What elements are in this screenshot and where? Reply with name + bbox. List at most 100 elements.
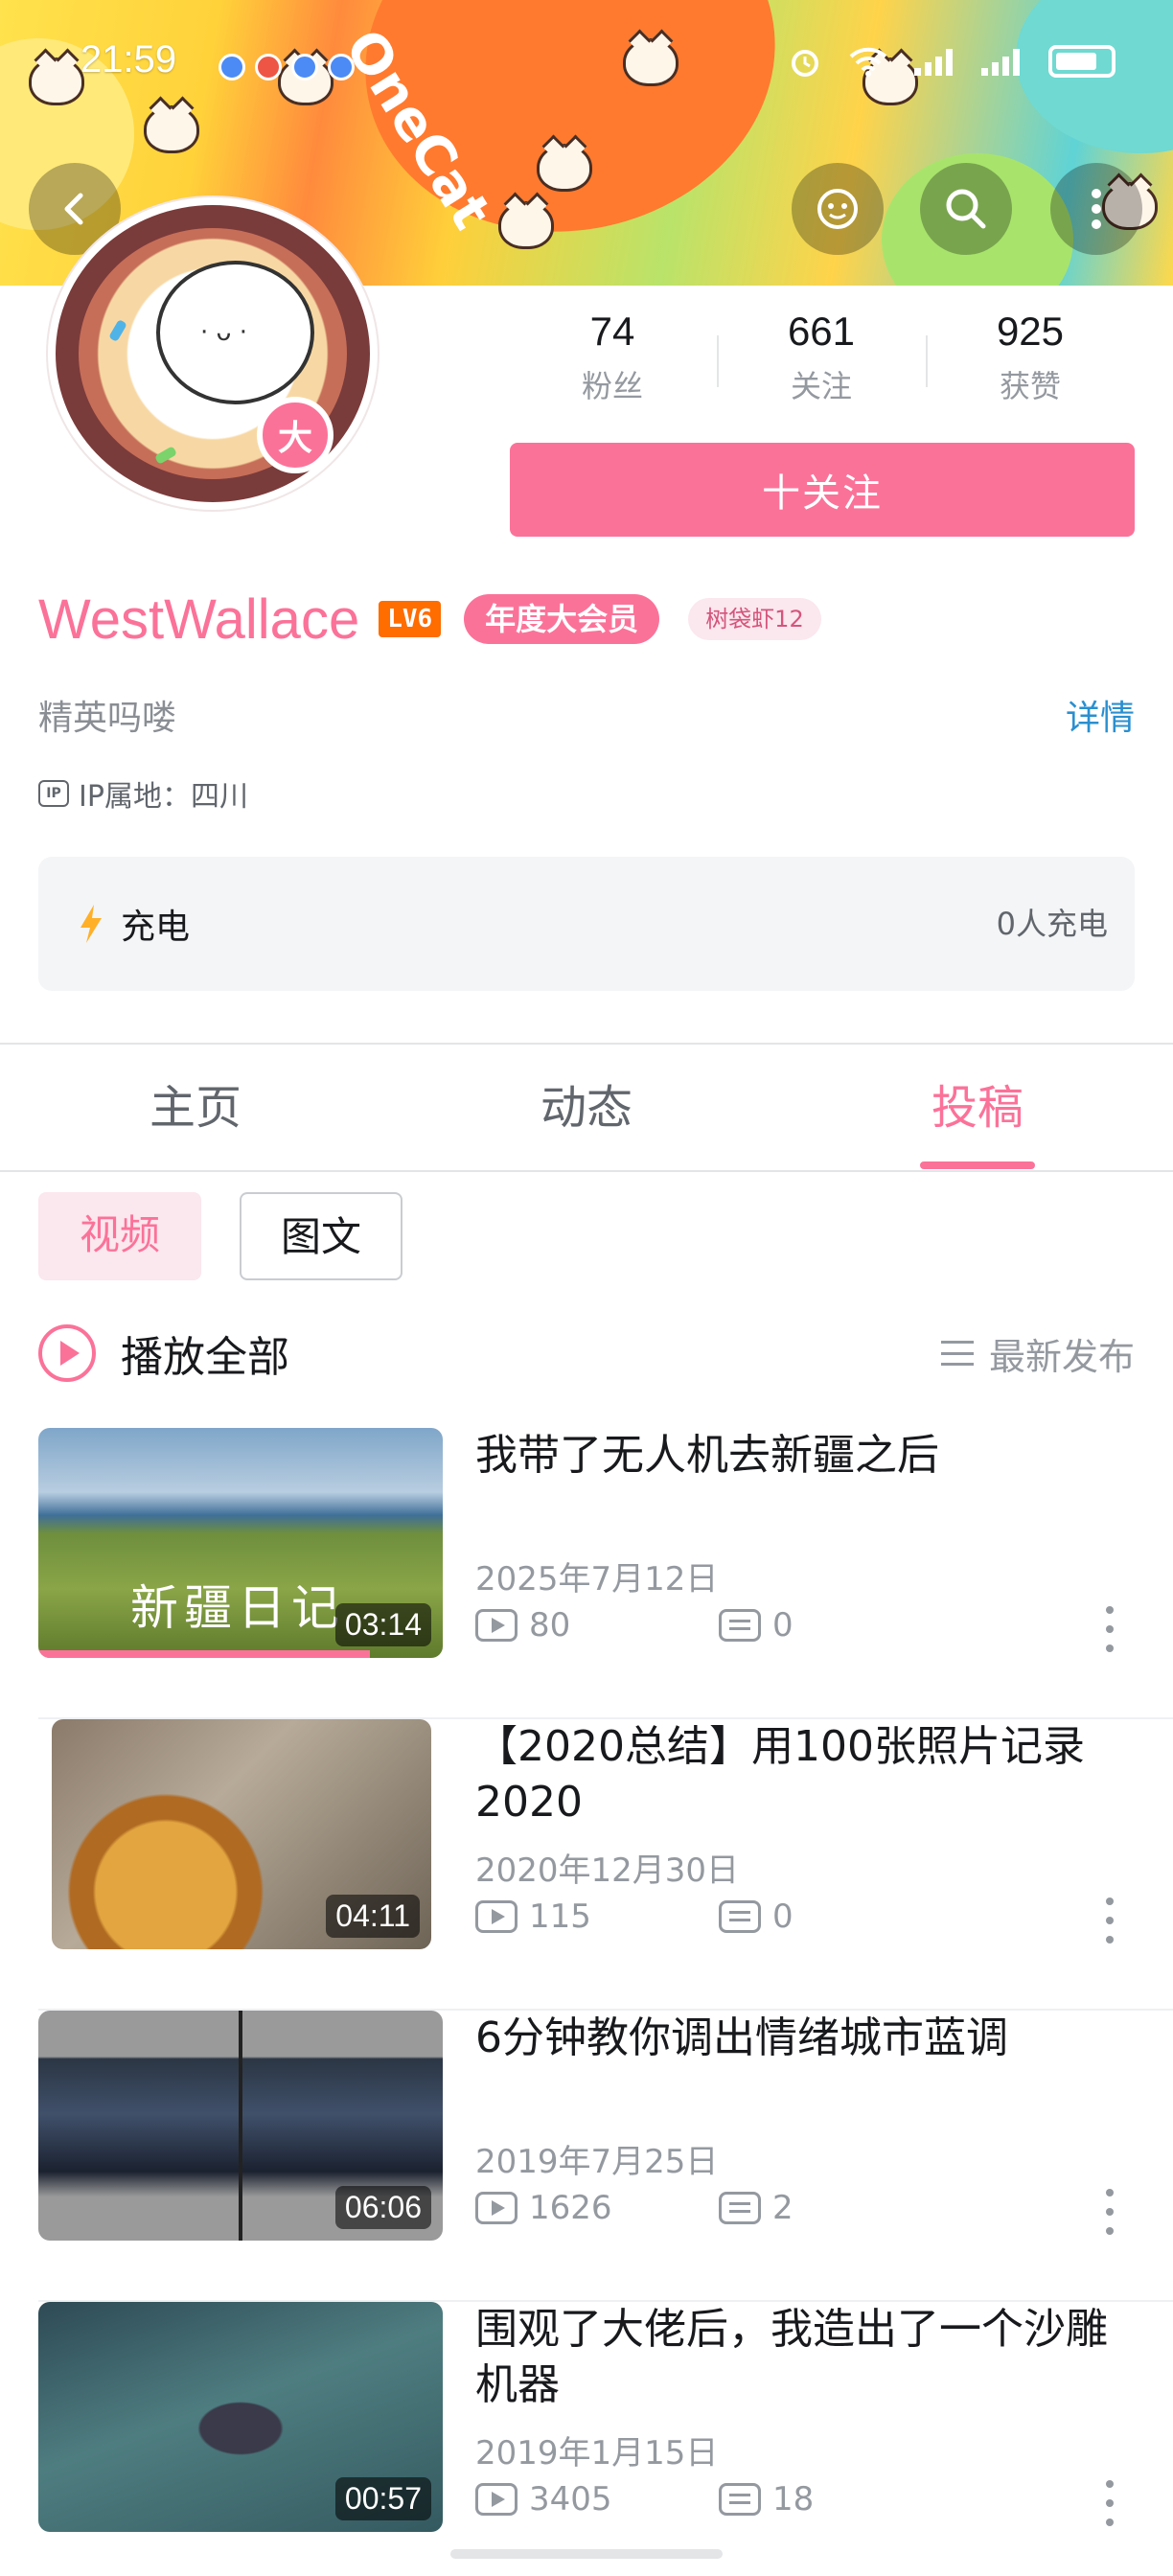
vip-badge[interactable]: 年度大会员 bbox=[464, 594, 660, 644]
stat-value: 661 bbox=[787, 309, 856, 354]
danmaku: 0 bbox=[719, 1898, 794, 1936]
charge-left: 充电 bbox=[77, 857, 190, 991]
avatar[interactable] bbox=[48, 197, 378, 510]
more-options-icon[interactable] bbox=[1106, 2480, 1114, 2526]
video-duration: 00:57 bbox=[334, 2477, 431, 2520]
level-badge: LV6 bbox=[379, 601, 442, 637]
dress-up-button[interactable] bbox=[792, 163, 884, 255]
segment-video[interactable]: 视频 bbox=[38, 1192, 201, 1280]
thumbnail-overlay-text: 新疆日记 bbox=[130, 1580, 345, 1636]
danmaku: 0 bbox=[719, 1606, 794, 1644]
video-thumbnail[interactable]: 新疆日记 03:14 bbox=[38, 1428, 443, 1658]
video-item[interactable]: 00:57 围观了大佬后，我造出了一个沙雕机器 2019年1月15日 3405 … bbox=[0, 2302, 1173, 2576]
view-count: 1626 bbox=[529, 2189, 612, 2227]
tab-dynamic[interactable]: 动态 bbox=[491, 1045, 682, 1171]
battery-icon bbox=[1048, 45, 1116, 78]
stat-label: 粉丝 bbox=[581, 368, 643, 404]
play-circle-icon bbox=[38, 1324, 96, 1382]
more-options-icon[interactable] bbox=[1106, 2189, 1114, 2235]
stat-value: 925 bbox=[996, 309, 1065, 354]
play-count-icon bbox=[475, 2483, 518, 2516]
notification-icon bbox=[328, 54, 355, 80]
medal-chip[interactable]: 树袋虾12 bbox=[688, 598, 821, 640]
danmaku-count: 2 bbox=[772, 2189, 794, 2227]
status-bar: 21:59 bbox=[0, 33, 1173, 90]
video-thumbnail[interactable]: 06:06 bbox=[38, 2011, 443, 2241]
status-time: 21:59 bbox=[80, 38, 177, 80]
more-options-icon[interactable] bbox=[1106, 1606, 1114, 1652]
wifi-icon bbox=[849, 47, 887, 77]
detail-link[interactable]: 详情 bbox=[1066, 690, 1135, 740]
divider bbox=[0, 1170, 1173, 1172]
segment-article[interactable]: 图文 bbox=[240, 1192, 402, 1280]
video-meta: 3405 18 bbox=[475, 2480, 814, 2518]
play-all-button[interactable]: 播放全部 bbox=[38, 1315, 289, 1392]
stat-likes[interactable]: 925 获赞 bbox=[926, 305, 1135, 420]
watch-progress bbox=[38, 1650, 371, 1658]
tab-uploads[interactable]: 投稿 bbox=[882, 1045, 1073, 1171]
charge-label: 充电 bbox=[121, 908, 191, 947]
charge-card[interactable]: 充电 0人充电 bbox=[38, 857, 1135, 991]
sort-label: 最新发布 bbox=[988, 1335, 1135, 1378]
danmaku-icon bbox=[719, 2483, 761, 2516]
cat-doodle bbox=[537, 144, 592, 192]
sort-list-icon bbox=[940, 1341, 974, 1366]
tab-home[interactable]: 主页 bbox=[100, 1045, 291, 1171]
views: 1626 bbox=[475, 2189, 719, 2227]
video-item[interactable]: 06:06 6分钟教你调出情绪城市蓝调 2019年7月25日 1626 2 bbox=[0, 2011, 1173, 2302]
danmaku-count: 0 bbox=[772, 1898, 794, 1936]
search-icon bbox=[946, 189, 986, 229]
video-duration: 03:14 bbox=[334, 1603, 431, 1646]
signature: 精英吗喽 bbox=[38, 699, 177, 738]
name-row: WestWallace LV6 年度大会员 树袋虾12 bbox=[38, 581, 821, 657]
notification-icon bbox=[291, 54, 318, 80]
video-date: 2019年1月15日 bbox=[475, 2434, 719, 2472]
play-all-label: 播放全部 bbox=[121, 1333, 289, 1382]
sort-button[interactable]: 最新发布 bbox=[940, 1315, 1135, 1392]
active-tab-indicator bbox=[920, 1162, 1035, 1169]
profile-tabs: 主页 动态 投稿 bbox=[0, 1045, 1173, 1171]
video-title[interactable]: 6分钟教你调出情绪城市蓝调 bbox=[475, 2011, 1108, 2066]
search-button[interactable] bbox=[920, 163, 1012, 255]
stat-label: 获赞 bbox=[999, 368, 1061, 404]
views: 80 bbox=[475, 1606, 719, 1644]
username: WestWallace bbox=[38, 587, 360, 651]
video-meta: 115 0 bbox=[475, 1898, 794, 1936]
view-count: 3405 bbox=[529, 2480, 612, 2518]
signal-icon bbox=[914, 47, 956, 76]
video-title[interactable]: 我带了无人机去新疆之后 bbox=[475, 1428, 1108, 1484]
ip-location: IP IP属地：四川 bbox=[38, 772, 248, 815]
video-thumbnail[interactable]: 00:57 bbox=[38, 2302, 443, 2532]
follow-button[interactable]: 十关注 bbox=[510, 443, 1135, 537]
status-right bbox=[788, 44, 1116, 79]
alarm-icon bbox=[792, 50, 818, 77]
ip-text: IP属地：四川 bbox=[79, 780, 248, 814]
view-count: 80 bbox=[529, 1606, 571, 1644]
cat-doodle bbox=[498, 201, 554, 249]
video-duration: 06:06 bbox=[334, 2186, 431, 2229]
stat-fans[interactable]: 74 粉丝 bbox=[508, 305, 717, 420]
video-title[interactable]: 【2020总结】用100张照片记录2020 bbox=[475, 1719, 1108, 1830]
danmaku-count: 18 bbox=[772, 2480, 815, 2518]
signal-icon bbox=[981, 47, 1024, 76]
stat-value: 74 bbox=[589, 309, 635, 354]
play-count-icon bbox=[475, 1900, 518, 1933]
danmaku: 18 bbox=[719, 2480, 814, 2518]
video-thumbnail[interactable]: 04:11 bbox=[52, 1719, 431, 1949]
danmaku-icon bbox=[719, 1609, 761, 1642]
back-arrow-icon bbox=[64, 193, 83, 225]
video-item[interactable]: 新疆日记 03:14 我带了无人机去新疆之后 2025年7月12日 80 0 bbox=[0, 1428, 1173, 1719]
home-indicator[interactable] bbox=[450, 2549, 723, 2559]
more-vertical-icon bbox=[1092, 189, 1101, 229]
notification-icon bbox=[218, 54, 245, 80]
video-title[interactable]: 围观了大佬后，我造出了一个沙雕机器 bbox=[475, 2302, 1108, 2413]
lightning-icon bbox=[80, 905, 102, 943]
video-item[interactable]: 04:11 【2020总结】用100张照片记录2020 2020年12月30日 … bbox=[0, 1719, 1173, 2011]
more-button[interactable] bbox=[1050, 163, 1142, 255]
stat-following[interactable]: 661 关注 bbox=[717, 305, 926, 420]
more-options-icon[interactable] bbox=[1106, 1898, 1114, 1944]
face-icon bbox=[817, 189, 858, 229]
views: 115 bbox=[475, 1898, 719, 1936]
danmaku-icon bbox=[719, 1900, 761, 1933]
play-count-icon bbox=[475, 1609, 518, 1642]
